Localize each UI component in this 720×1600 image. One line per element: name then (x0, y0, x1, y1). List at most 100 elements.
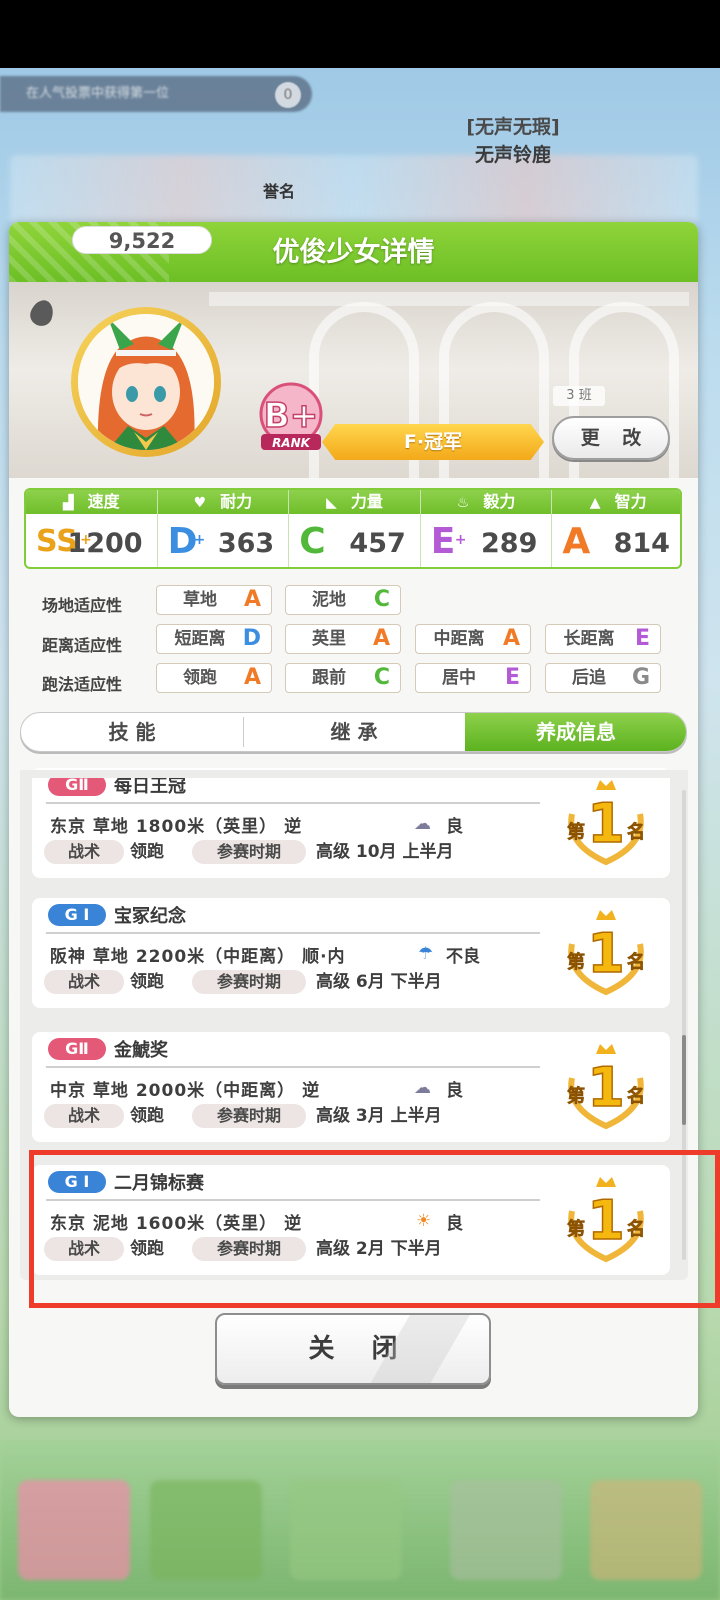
svg-text:第: 第 (567, 821, 585, 843)
stat-power: ◣ 力量 C 457 (289, 490, 421, 567)
tab-inheritance[interactable]: 继 承 (243, 713, 465, 751)
scrollbar-thumb[interactable] (682, 1035, 686, 1125)
aptitude-turf: 草地 A (156, 585, 272, 615)
detail-tabs: 技 能 继 承 养成信息 (20, 712, 687, 752)
track-aptitude-label: 场地适应性 (42, 596, 123, 615)
graduation-cap-icon: ▲ (589, 495, 601, 511)
rank-grade: B+ (264, 396, 318, 436)
highlight-box (29, 1150, 720, 1308)
period-label: 参赛时期 (192, 1104, 306, 1128)
race-card: G Ⅰ 宝冢纪念 阪神 草地 2200米（中距离） 顺·内 ☂ 不良 战术 领跑… (32, 898, 670, 1008)
aptitude-medium: 中距离 A (415, 624, 531, 654)
bottom-menu-item (150, 1480, 262, 1580)
svg-text:1: 1 (587, 922, 625, 985)
distance-aptitude-label: 距离适应性 (42, 636, 123, 655)
first-place-medal-icon: 1 第 名 (567, 1044, 645, 1130)
stat-label: 速度 (87, 492, 120, 511)
aptitude-long: 长距离 E (545, 624, 661, 654)
rank-badge: B+ RANK (259, 382, 323, 450)
tactic-value: 领跑 (130, 842, 164, 862)
stat-value: 363 (217, 528, 275, 559)
status-bar (0, 0, 720, 68)
flame-icon: ♨ (456, 495, 470, 511)
shoe-icon: ▟ (62, 495, 74, 511)
race-course: 阪神 草地 2200米（中距离） 顺·内 (50, 947, 346, 967)
stat-label: 毅力 (483, 492, 516, 511)
race-course: 中京 草地 2000米（中距离） 逆 (50, 1081, 321, 1101)
period-value: 高级 6月 下半月 (316, 972, 442, 992)
period-label: 参赛时期 (192, 970, 306, 994)
tactic-label: 战术 (44, 1104, 124, 1128)
tactic-value: 领跑 (130, 972, 164, 992)
aptitude-sprint: 短距离 D (156, 624, 272, 654)
svg-text:第: 第 (567, 951, 585, 973)
aptitude-front: 领跑 A (156, 663, 272, 693)
grade-badge: G Ⅰ (48, 904, 106, 926)
first-place-medal-icon: 1 第 名 (567, 910, 645, 996)
aptitude-late: 居中 E (415, 663, 531, 693)
aptitude-dirt: 泥地 C (285, 585, 401, 615)
weather-condition: 良 (446, 1081, 463, 1101)
tactic-label: 战术 (44, 840, 124, 864)
rank-label: RANK (272, 436, 312, 450)
cloud-icon: ☁ (414, 814, 431, 834)
stat-grade: D + (167, 521, 206, 562)
stat-label: 力量 (350, 492, 383, 511)
stat-stamina: ♥ 耐力 D + 363 (157, 490, 290, 567)
grade-badge: GⅡ (48, 1038, 106, 1060)
stat-guts: ♨ 毅力 E + 289 (420, 490, 553, 567)
stat-label: 耐力 (220, 492, 253, 511)
muscle-icon: ◣ (326, 495, 337, 511)
stat-value: 289 (481, 528, 538, 559)
tab-training-info[interactable]: 养成信息 (465, 713, 686, 751)
weather-condition: 良 (446, 817, 463, 837)
background-banner-badge: 0 (275, 82, 301, 108)
stats-panel: ▟ 速度 SS + 1200 ♥ 耐力 D + 363 ◣ 力量 C 457 ♨ 毅力 E +… (24, 488, 682, 569)
race-card: GⅡ 金鯱奖 中京 草地 2000米（中距离） 逆 ☁ 良 战术 领跑 参赛时期… (32, 1032, 670, 1142)
race-course: 东京 草地 1800米（英里） 逆 (50, 817, 303, 837)
weather-condition: 不良 (446, 947, 480, 967)
stat-label: 智力 (614, 492, 647, 511)
race-name: 宝冢纪念 (114, 906, 186, 927)
carrot-icon (27, 297, 57, 329)
svg-text:1: 1 (587, 792, 625, 855)
aptitude-mile: 英里 A (285, 624, 401, 654)
character-score: 9,522 (72, 226, 212, 254)
character-epithet: [无声无瑕] (466, 116, 560, 138)
tab-skills[interactable]: 技 能 (21, 713, 243, 751)
background-banner: 在人气投票中获得第一位 (0, 76, 312, 112)
umbrella-icon: ☂ (418, 944, 434, 964)
svg-text:第: 第 (567, 1085, 585, 1107)
bottom-menu-item (18, 1480, 130, 1580)
tactic-value: 领跑 (130, 1106, 164, 1126)
period-value: 高级 10月 上半月 (316, 842, 454, 862)
style-aptitude-label: 跑法适应性 (42, 675, 123, 694)
svg-text:名: 名 (627, 1085, 645, 1107)
tactic-label: 战术 (44, 970, 124, 994)
period-label: 参赛时期 (192, 840, 306, 864)
stat-wisdom: ▲ 智力 A 814 (552, 490, 680, 567)
character-face-icon (78, 314, 214, 450)
period-value: 高级 3月 上半月 (316, 1106, 442, 1126)
aptitude-pace: 跟前 C (285, 663, 401, 693)
change-title-button[interactable]: 更 改 (552, 416, 670, 460)
aptitude-end: 后追 G (545, 663, 661, 693)
list-top-edge (20, 770, 688, 778)
first-place-medal-icon: 1 第 名 (567, 780, 645, 866)
svg-text:名: 名 (627, 821, 645, 843)
stat-grade: C (299, 521, 326, 562)
character-name: 无声铃鹿 (474, 144, 551, 166)
svg-text:1: 1 (587, 1056, 625, 1119)
stat-grade: E + (430, 521, 467, 562)
rank-caption: 誉名 (263, 182, 296, 201)
title-ribbon: F·冠军 (322, 424, 544, 460)
race-name: 金鯱奖 (114, 1040, 168, 1061)
svg-text:名: 名 (627, 951, 645, 973)
stat-value: 457 (349, 528, 406, 559)
stat-speed: ▟ 速度 SS + 1200 (26, 490, 158, 567)
close-button[interactable]: 关 闭 (215, 1313, 491, 1385)
bottom-menu-item (590, 1480, 702, 1580)
cloud-icon: ☁ (414, 1078, 431, 1098)
bottom-menu-item (450, 1480, 562, 1580)
class-tag: 3 班 (553, 386, 605, 406)
